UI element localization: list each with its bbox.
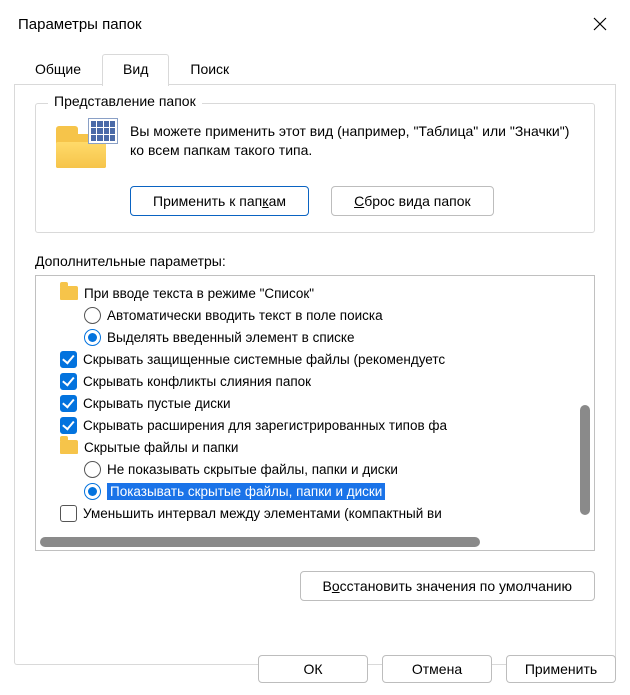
- folder-views-group: Представление папок Вы можете применить …: [35, 103, 595, 233]
- folder-views-desc: Вы можете применить этот вид (например, …: [130, 120, 580, 160]
- checkbox-icon: [60, 505, 77, 522]
- apply-button[interactable]: Применить: [506, 655, 616, 683]
- tab-panel-view: Представление папок Вы можете применить …: [14, 85, 616, 665]
- tab-search[interactable]: Поиск: [169, 54, 250, 85]
- folder-icon: [60, 440, 78, 454]
- tree-check-hide-extensions[interactable]: Скрывать расширения для зарегистрированн…: [42, 414, 568, 436]
- dialog-title: Параметры папок: [18, 16, 142, 33]
- checkbox-icon: [60, 373, 77, 390]
- radio-icon: [84, 461, 101, 478]
- tab-strip: Общие Вид Поиск: [0, 54, 630, 85]
- tree-check-hide-protected[interactable]: Скрывать защищенные системные файлы (рек…: [42, 348, 568, 370]
- folder-icon: [50, 120, 114, 172]
- restore-defaults-button[interactable]: Восстановить значения по умолчанию: [300, 571, 595, 601]
- checkbox-icon: [60, 351, 77, 368]
- tree-check-compact-mode[interactable]: Уменьшить интервал между элементами (ком…: [42, 502, 568, 524]
- tree-check-hide-empty-drives[interactable]: Скрывать пустые диски: [42, 392, 568, 414]
- radio-icon: [84, 307, 101, 324]
- tab-view[interactable]: Вид: [102, 54, 169, 86]
- tab-general[interactable]: Общие: [14, 54, 102, 85]
- folder-icon: [60, 286, 78, 300]
- tree-radio-auto-search[interactable]: Автоматически вводить текст в поле поиск…: [42, 304, 568, 326]
- checkbox-icon: [60, 417, 77, 434]
- vertical-scrollbar[interactable]: [580, 280, 590, 530]
- ok-button[interactable]: ОК: [258, 655, 368, 683]
- advanced-settings-label: Дополнительные параметры:: [35, 253, 595, 269]
- tree-check-hide-merge-conflicts[interactable]: Скрывать конфликты слияния папок: [42, 370, 568, 392]
- horizontal-scrollbar[interactable]: [40, 537, 576, 547]
- tree-radio-dont-show-hidden[interactable]: Не показывать скрытые файлы, папки и дис…: [42, 458, 568, 480]
- folder-options-dialog: Параметры папок Общие Вид Поиск Представ…: [0, 0, 630, 695]
- folder-views-legend: Представление папок: [48, 93, 202, 109]
- radio-icon: [84, 483, 101, 500]
- advanced-settings-tree[interactable]: При вводе текста в режиме "Список" Автом…: [35, 275, 595, 551]
- close-button[interactable]: [580, 4, 620, 44]
- tree-radio-select-typed[interactable]: Выделять введенный элемент в списке: [42, 326, 568, 348]
- dialog-buttons: ОК Отмена Применить: [258, 655, 616, 683]
- apply-to-folders-button[interactable]: Применить к папкам: [130, 186, 309, 216]
- checkbox-icon: [60, 395, 77, 412]
- cancel-button[interactable]: Отмена: [382, 655, 492, 683]
- reset-folders-button[interactable]: Сброс вида папок: [331, 186, 494, 216]
- tree-group-hidden-files: Скрытые файлы и папки: [42, 436, 568, 458]
- tree-group-list-typing: При вводе текста в режиме "Список": [42, 282, 568, 304]
- radio-icon: [84, 329, 101, 346]
- titlebar: Параметры папок: [0, 0, 630, 48]
- tree-radio-show-hidden[interactable]: Показывать скрытые файлы, папки и диски: [42, 480, 568, 502]
